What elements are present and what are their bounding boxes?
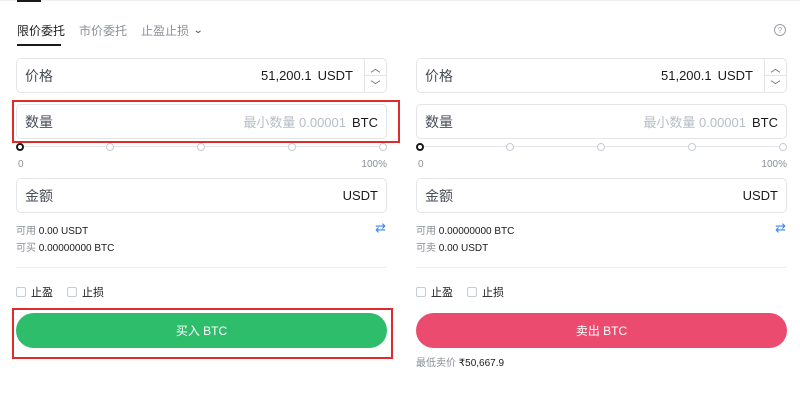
buy-amount-label: 金额: [25, 187, 53, 204]
sell-slider-handle[interactable]: [416, 143, 424, 151]
buy-price-field[interactable]: 价格 51,200.1 USDT ︿ ﹀: [16, 58, 387, 93]
sell-price-decrement-button[interactable]: ﹀: [765, 76, 786, 92]
swap-arrows-icon[interactable]: ⇄: [375, 220, 386, 236]
buy-price-decrement-button[interactable]: ﹀: [365, 76, 386, 92]
buy-tp-sl-options: 止盈 止损: [16, 284, 118, 300]
buy-slider-handle[interactable]: [16, 143, 24, 151]
sell-price-label: 价格: [425, 67, 453, 84]
sell-available-balance: 可用 0.00000000 BTC: [416, 226, 515, 237]
sell-take-profit-checkbox[interactable]: 止盈: [416, 284, 453, 300]
sell-price-stepper: ︿ ﹀: [764, 59, 786, 92]
sell-amount-unit: USDT: [742, 188, 778, 203]
sell-slider-mark-75[interactable]: [688, 143, 696, 151]
sell-quantity-field[interactable]: 数量 最小数量 0.00001 BTC: [416, 104, 787, 139]
buy-available-balance: 可用 0.00 USDT: [16, 226, 89, 237]
buy-slider-mark-75[interactable]: [288, 143, 296, 151]
buy-take-profit-checkbox[interactable]: 止盈: [16, 284, 53, 300]
sell-price-value: 51,200.1 USDT: [661, 68, 753, 83]
buy-price-increment-button[interactable]: ︿: [365, 59, 386, 76]
sell-percent-slider[interactable]: [416, 142, 787, 152]
buy-price-stepper: ︿ ﹀: [364, 59, 386, 92]
sell-max-sellable: 可卖 0.00 USDT: [416, 243, 489, 254]
buy-amount-field[interactable]: 金额 USDT: [16, 178, 387, 213]
buy-stop-loss-checkbox[interactable]: 止损: [67, 284, 104, 300]
buy-slider-mark-100[interactable]: [379, 143, 387, 151]
buy-percent-slider[interactable]: [16, 142, 387, 152]
sell-tp-sl-options: 止盈 止损: [416, 284, 518, 300]
swap-arrows-icon[interactable]: ⇄: [775, 220, 786, 236]
sell-quantity-placeholder: 最小数量 0.00001: [643, 115, 746, 130]
buy-price-value: 51,200.1 USDT: [261, 68, 353, 83]
sell-amount-label: 金额: [425, 187, 453, 204]
sell-quantity-label: 数量: [425, 113, 453, 130]
sell-slider-mark-100[interactable]: [779, 143, 787, 151]
sell-price-increment-button[interactable]: ︿: [765, 59, 786, 76]
sell-price-field[interactable]: 价格 51,200.1 USDT ︿ ﹀: [416, 58, 787, 93]
buy-divider: [16, 267, 387, 268]
quantity-highlight-box: [12, 100, 400, 143]
sell-min-price: 最低卖价 ₹50,667.9: [416, 358, 505, 369]
sell-amount-field[interactable]: 金额 USDT: [416, 178, 787, 213]
sell-stop-loss-checkbox[interactable]: 止损: [467, 284, 504, 300]
sell-quantity-value: 最小数量 0.00001 BTC: [643, 115, 778, 130]
sell-slider-mark-50[interactable]: [597, 143, 605, 151]
buy-max-buyable: 可买 0.00000000 BTC: [16, 243, 115, 254]
buy-slider-mark-25[interactable]: [106, 143, 114, 151]
buy-slider-mark-50[interactable]: [197, 143, 205, 151]
buy-price-label: 价格: [25, 67, 53, 84]
sell-btc-button[interactable]: 卖出 BTC: [416, 313, 787, 348]
sell-slider-mark-25[interactable]: [506, 143, 514, 151]
buy-button-highlight-box: [12, 308, 393, 359]
sell-divider: [416, 267, 787, 268]
buy-amount-unit: USDT: [342, 188, 378, 203]
sell-panel: 价格 51,200.1 USDT ︿ ﹀ 数量 最小数量 0.00001 BTC 0…: [416, 0, 788, 395]
